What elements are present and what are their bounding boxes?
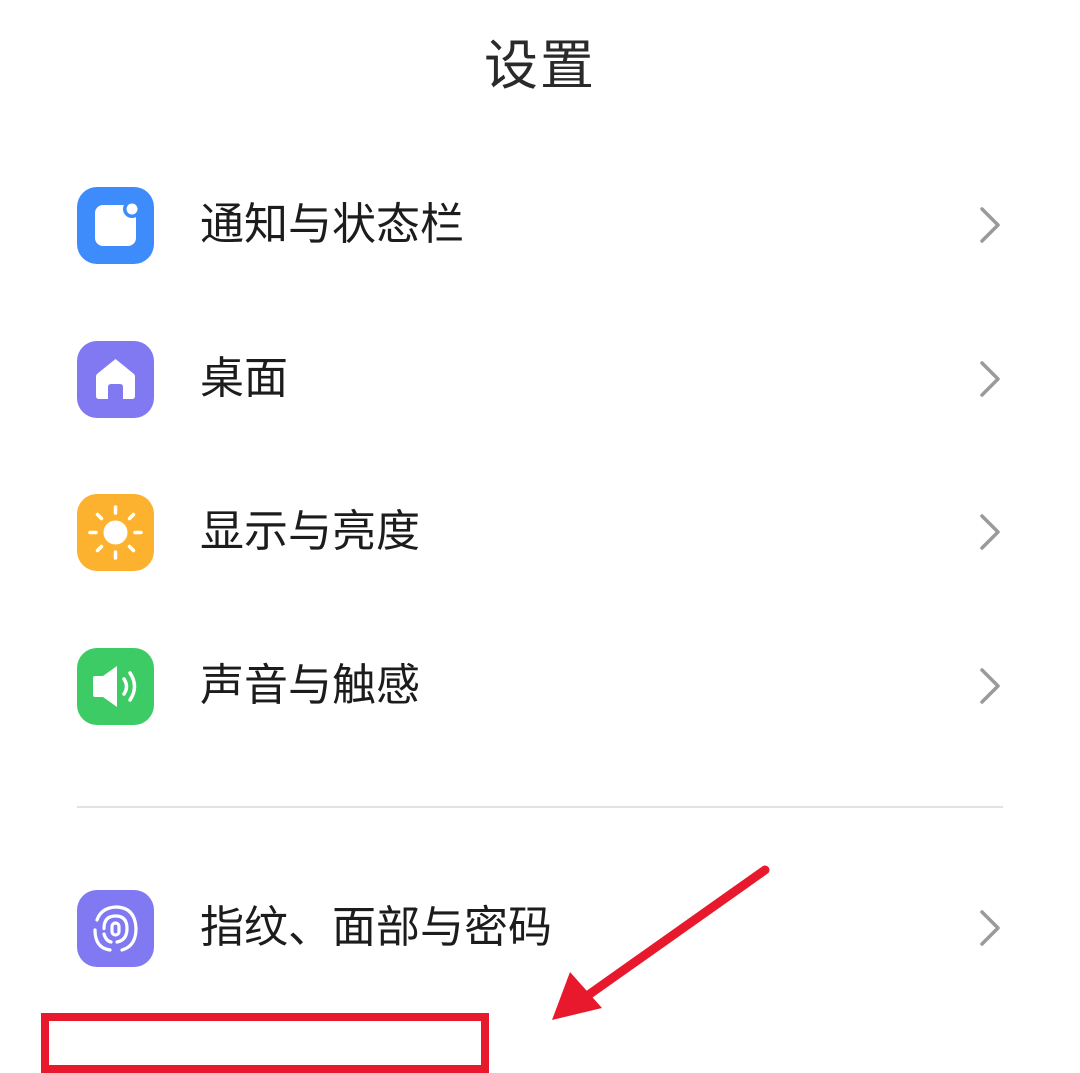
chevron-right-icon — [972, 205, 1008, 245]
sun-icon — [77, 494, 154, 571]
settings-item-label: 桌面 — [200, 353, 288, 404]
settings-item-label: 指纹、面部与密码 — [200, 902, 552, 953]
chevron-right-icon — [972, 512, 1008, 552]
chevron-right-icon — [972, 908, 1008, 948]
settings-item-label: 显示与亮度 — [200, 506, 420, 557]
settings-item-label: 通知与状态栏 — [200, 199, 464, 250]
section-divider — [77, 806, 1003, 808]
page-title: 设置 — [484, 34, 596, 97]
chevron-right-icon — [972, 359, 1008, 399]
fingerprint-icon — [77, 890, 154, 967]
settings-item-label: 声音与触感 — [200, 660, 420, 711]
settings-item-desktop[interactable]: 桌面 — [0, 304, 1080, 454]
chevron-right-icon — [972, 666, 1008, 706]
notification-icon — [77, 187, 154, 264]
settings-item-sound[interactable]: 声音与触感 — [0, 611, 1080, 761]
home-icon — [77, 341, 154, 418]
annotation-arrow-icon — [552, 865, 770, 1020]
annotation-highlight-box — [41, 1013, 489, 1073]
speaker-icon — [77, 648, 154, 725]
settings-item-notifications[interactable]: 通知与状态栏 — [0, 150, 1080, 300]
settings-item-display[interactable]: 显示与亮度 — [0, 457, 1080, 607]
